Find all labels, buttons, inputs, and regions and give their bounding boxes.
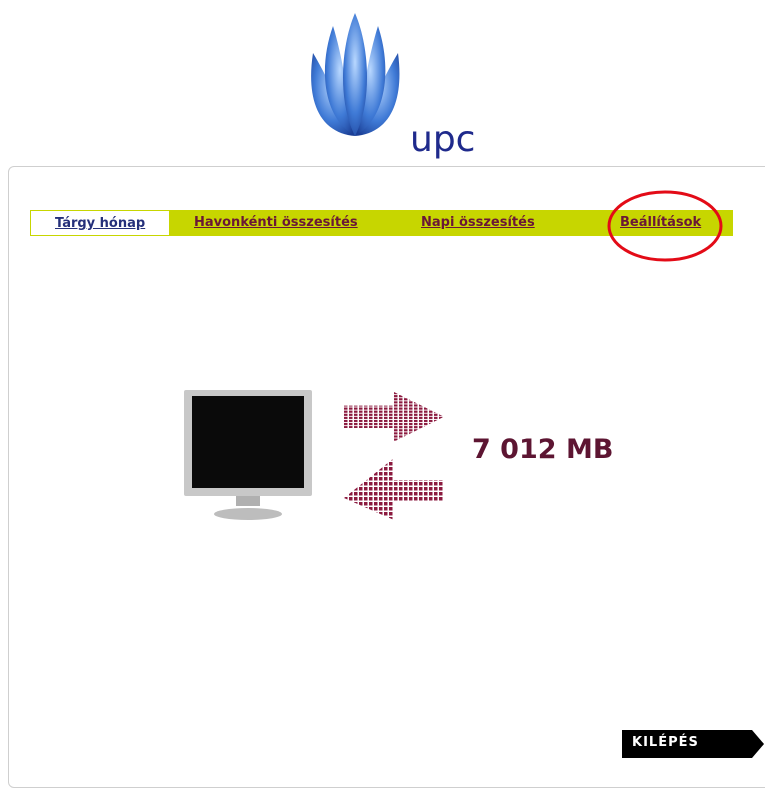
transfer-arrows-icon	[344, 392, 444, 520]
tab-current-month[interactable]: Tárgy hónap	[30, 210, 171, 236]
logout-label: KILÉPÉS	[632, 735, 699, 750]
brand-name: upc	[410, 119, 476, 160]
tab-monthly-summary[interactable]: Havonkénti összesítés	[194, 210, 358, 236]
tab-daily-summary[interactable]: Napi összesítés	[421, 210, 535, 236]
header-logo: upc	[0, 0, 765, 165]
upc-flower-logo-icon	[311, 13, 400, 136]
red-circle-highlight-icon	[607, 190, 723, 262]
monitor-icon	[184, 390, 312, 520]
logout-button[interactable]: KILÉPÉS	[622, 730, 764, 758]
usage-value: 7 012 MB	[472, 434, 614, 465]
